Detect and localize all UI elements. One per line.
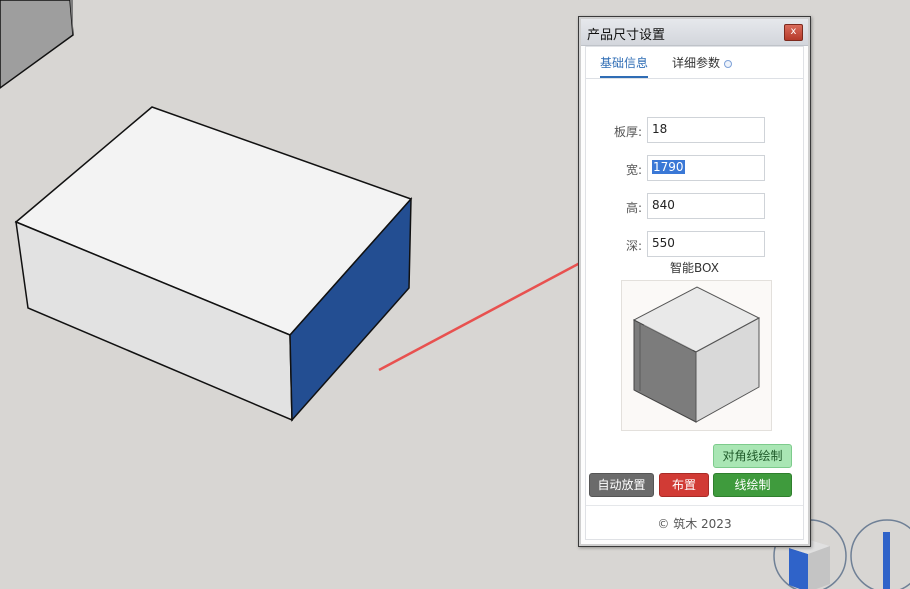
dialog-body: 基础信息 详细参数 板厚: 18 宽: 1790 高: 840 深: 550 智…	[585, 46, 804, 540]
board-thickness-input[interactable]: 18	[647, 117, 765, 143]
preview-title: 智能BOX	[670, 261, 719, 275]
footer-copyright: © 筑木 2023	[657, 517, 732, 531]
smart-box-preview[interactable]	[621, 280, 772, 431]
tab-detail-params-label: 详细参数	[672, 56, 721, 70]
product-size-dialog: 产品尺寸设置 x 基础信息 详细参数 板厚: 18 宽: 1790 高: 840…	[578, 16, 811, 547]
line-draw-button[interactable]: 线绘制	[713, 473, 792, 497]
cabinet-box-model[interactable]	[14, 106, 413, 422]
box-preview-image	[632, 286, 761, 423]
tab-detail-params[interactable]: 详细参数	[672, 54, 733, 78]
layout-button[interactable]: 布置	[659, 473, 709, 497]
close-icon: x	[790, 26, 797, 37]
height-label: 高:	[625, 201, 642, 215]
dialog-titlebar[interactable]: 产品尺寸设置 x	[581, 19, 808, 46]
dialog-title: 产品尺寸设置	[587, 28, 666, 43]
width-label: 宽:	[625, 163, 642, 177]
tab-basic-info-label: 基础信息	[600, 56, 649, 70]
height-input[interactable]: 840	[647, 193, 765, 219]
auto-place-button[interactable]: 自动放置	[589, 473, 654, 497]
board-thickness-value: 18	[652, 122, 668, 136]
width-input[interactable]: 1790	[647, 155, 765, 181]
depth-value: 550	[652, 236, 675, 250]
width-value: 1790	[652, 160, 685, 174]
board-thickness-label: 板厚:	[613, 125, 642, 139]
depth-label: 深:	[625, 239, 642, 253]
close-button[interactable]: x	[784, 24, 803, 41]
tab-basic-info[interactable]: 基础信息	[600, 54, 649, 78]
diagonal-draw-button[interactable]: 对角线绘制	[713, 444, 792, 468]
footer-divider	[586, 505, 803, 506]
tab-bar: 基础信息 详细参数	[586, 47, 803, 79]
view-side-widget[interactable]	[850, 519, 910, 589]
settings-dot-icon	[724, 59, 733, 68]
height-value: 840	[652, 198, 675, 212]
depth-input[interactable]: 550	[647, 231, 765, 257]
partial-gray-object[interactable]	[0, 0, 74, 89]
